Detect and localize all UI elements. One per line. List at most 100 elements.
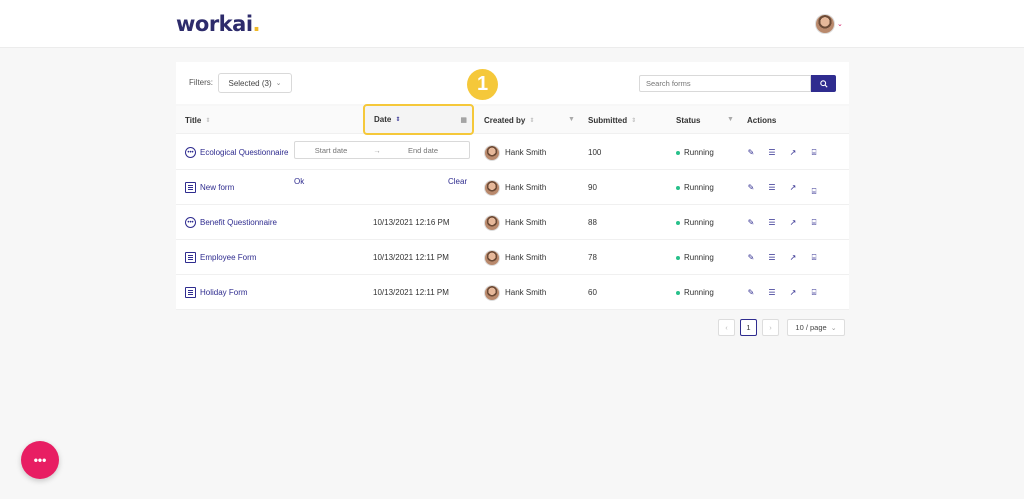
sort-icon[interactable]: ⇕	[631, 117, 636, 124]
status-dot-icon	[676, 220, 680, 225]
form-title[interactable]: ••• Benefit Questionnaire	[185, 205, 365, 240]
status-dot-icon	[676, 150, 680, 155]
column-date-label: Date	[374, 115, 392, 124]
form-date: 10/13/2021 12:11 PM	[373, 288, 449, 297]
form-date: 10/13/2021 12:11 PM	[373, 253, 449, 262]
user-avatar-icon	[484, 214, 500, 231]
submitted-count: 100	[588, 148, 602, 157]
edit-icon[interactable]: ✎	[746, 183, 756, 192]
clear-button[interactable]: Clear	[448, 177, 467, 186]
pagination: ‹ 1 › 10 / page ⌄	[718, 319, 845, 336]
sort-icon[interactable]: ⇕	[205, 117, 210, 124]
status-badge: Running	[676, 240, 714, 275]
date-range-picker[interactable]: →	[294, 141, 470, 159]
table-row[interactable]: Holiday Form 10/13/2021 12:11 PM Hank Sm…	[176, 275, 849, 310]
column-created-by[interactable]: Created by ⇕	[484, 106, 534, 134]
workai-logo[interactable]: workai.	[176, 12, 261, 36]
table-header: Title ⇕ Date ⇕ ▦ Created by ⇕ ▼ Submitted ⇕ …	[176, 104, 849, 135]
calendar-icon[interactable]: ▦	[460, 116, 467, 124]
user-avatar-icon	[484, 144, 500, 161]
end-date-input[interactable]	[387, 145, 459, 155]
questionnaire-icon: •••	[185, 217, 196, 228]
form-icon	[185, 182, 196, 193]
chart-icon[interactable]: ↗	[788, 148, 798, 157]
filters-select[interactable]: Selected (3) ⌄	[218, 73, 292, 93]
archive-icon[interactable]: ⌸	[809, 218, 819, 228]
search-button[interactable]	[811, 75, 836, 92]
row-actions: ✎ ☰ ↗ ⌸	[746, 135, 819, 170]
sort-icon[interactable]: ⇕	[529, 117, 534, 124]
chevron-down-icon[interactable]: ⌄	[837, 20, 843, 28]
submitted-count: 88	[588, 218, 597, 227]
prev-page-button[interactable]: ‹	[718, 319, 735, 336]
status-badge: Running	[676, 135, 714, 170]
row-actions: ✎ ☰ ↗ ⌸	[746, 240, 819, 275]
filters-label: Filters:	[189, 78, 213, 87]
arrow-right-icon: →	[373, 145, 381, 155]
form-date: 10/13/2021 12:16 PM	[373, 218, 450, 227]
column-title[interactable]: Title ⇕	[185, 106, 210, 134]
row-actions: ✎ ☰ ↗ ⌸	[746, 170, 819, 205]
table-row[interactable]: ••• Benefit Questionnaire 10/13/2021 12:1…	[176, 205, 849, 240]
page-size-text: 10 / page	[795, 323, 827, 332]
chevron-down-icon: ⌄	[830, 324, 837, 332]
filter-bar: Filters: Selected (3) ⌄	[176, 62, 849, 104]
user-avatar-icon	[484, 284, 500, 301]
sort-icon[interactable]: ⇕	[395, 116, 400, 123]
filters-selected-text: Selected (3)	[228, 78, 272, 88]
edit-icon[interactable]: ✎	[746, 288, 756, 297]
page-1-button[interactable]: 1	[740, 319, 757, 336]
filter-icon[interactable]: ▼	[568, 116, 575, 123]
status-badge: Running	[676, 170, 714, 205]
column-date-highlighted[interactable]: Date ⇕ ▦	[363, 104, 474, 135]
archive-icon[interactable]: ⌸	[809, 148, 819, 158]
list-icon[interactable]: ☰	[767, 288, 777, 297]
filter-icon[interactable]: ▼	[727, 116, 734, 123]
chart-icon[interactable]: ↗	[788, 253, 798, 262]
form-title[interactable]: Employee Form	[185, 240, 365, 275]
user-menu[interactable]: ⌄	[815, 14, 843, 34]
chart-icon[interactable]: ↗	[788, 218, 798, 227]
chart-icon[interactable]: ↗	[788, 183, 798, 192]
form-title[interactable]: New form	[185, 170, 289, 205]
form-icon	[185, 287, 196, 298]
floating-menu-button[interactable]: •••	[21, 441, 59, 479]
submitted-count: 78	[588, 253, 597, 262]
edit-icon[interactable]: ✎	[746, 218, 756, 227]
search-input[interactable]	[639, 75, 811, 92]
form-title[interactable]: Holiday Form	[185, 275, 365, 310]
list-icon[interactable]: ☰	[767, 253, 777, 262]
table-row[interactable]: New form Hank Smith 90 Running ✎ ☰ ↗ ⌸	[176, 170, 849, 205]
list-icon[interactable]: ☰	[767, 218, 777, 227]
user-avatar-icon	[484, 249, 500, 266]
edit-icon[interactable]: ✎	[746, 253, 756, 262]
page-size-select[interactable]: 10 / page ⌄	[787, 319, 845, 336]
created-by: Hank Smith	[484, 135, 546, 170]
user-avatar-icon	[484, 179, 500, 196]
archive-icon[interactable]: ⌸	[809, 187, 819, 197]
row-actions: ✎ ☰ ↗ ⌸	[746, 275, 819, 310]
list-icon[interactable]: ☰	[767, 183, 777, 192]
forms-table: Title ⇕ Date ⇕ ▦ Created by ⇕ ▼ Submitted ⇕ …	[176, 104, 849, 310]
column-actions: Actions	[747, 115, 777, 125]
list-icon[interactable]: ☰	[767, 148, 777, 157]
column-submitted[interactable]: Submitted ⇕	[588, 106, 636, 134]
table-row[interactable]: Employee Form 10/13/2021 12:11 PM Hank S…	[176, 240, 849, 275]
status-dot-icon	[676, 185, 680, 190]
edit-icon[interactable]: ✎	[746, 148, 756, 157]
table-row[interactable]: ••• Ecological Questionnaire Hank Smith 1…	[176, 135, 849, 170]
created-by: Hank Smith	[484, 170, 546, 205]
top-header: workai. ⌄	[0, 0, 1024, 48]
ok-button[interactable]: Ok	[294, 177, 304, 186]
start-date-input[interactable]	[295, 145, 367, 155]
status-dot-icon	[676, 255, 680, 260]
created-by: Hank Smith	[484, 240, 546, 275]
form-title[interactable]: ••• Ecological Questionnaire	[185, 135, 289, 170]
next-page-button[interactable]: ›	[762, 319, 779, 336]
archive-icon[interactable]: ⌸	[809, 253, 819, 263]
chart-icon[interactable]: ↗	[788, 288, 798, 297]
archive-icon[interactable]: ⌸	[809, 288, 819, 298]
column-status[interactable]: Status	[676, 106, 700, 134]
step-number-badge: 1	[467, 69, 498, 100]
user-avatar-icon[interactable]	[815, 14, 835, 34]
